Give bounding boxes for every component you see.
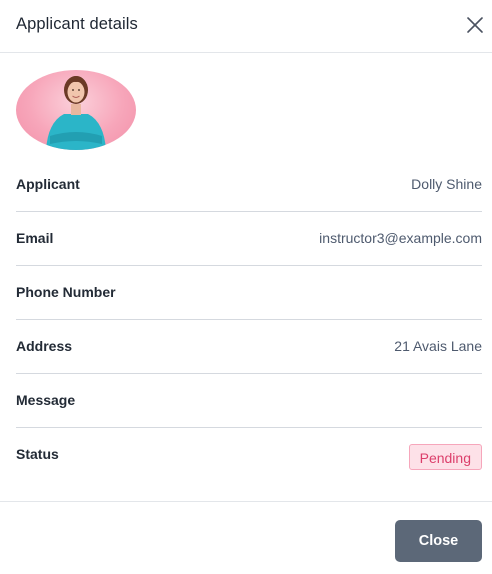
message-label: Message <box>16 392 76 408</box>
applicant-avatar <box>16 70 136 150</box>
applicant-details-modal: Applicant details Applicant Dolly Shine … <box>0 0 492 574</box>
close-icon-glyph <box>467 17 483 33</box>
close-button[interactable]: Close <box>395 520 482 562</box>
detail-row-phone: Phone Number <box>16 266 482 320</box>
address-value: 21 Avais Lane <box>394 338 482 354</box>
modal-header: Applicant details <box>0 0 492 53</box>
detail-row-applicant: Applicant Dolly Shine <box>16 158 482 212</box>
address-label: Address <box>16 338 73 354</box>
detail-row-status: Status Pending <box>16 428 482 482</box>
modal-footer: Close <box>0 501 492 574</box>
email-value: instructor3@example.com <box>319 230 482 246</box>
modal-title: Applicant details <box>16 15 138 33</box>
applicant-label: Applicant <box>16 176 80 192</box>
status-label: Status <box>16 446 59 462</box>
detail-row-address: Address 21 Avais Lane <box>16 320 482 374</box>
phone-label: Phone Number <box>16 284 116 300</box>
status-badge: Pending <box>408 444 482 470</box>
applicant-value: Dolly Shine <box>411 176 482 192</box>
email-label: Email <box>16 230 54 246</box>
detail-row-email: Email instructor3@example.com <box>16 212 482 266</box>
close-icon[interactable] <box>464 15 486 37</box>
detail-row-message: Message <box>16 374 482 428</box>
applicant-photo-icon <box>46 76 106 150</box>
